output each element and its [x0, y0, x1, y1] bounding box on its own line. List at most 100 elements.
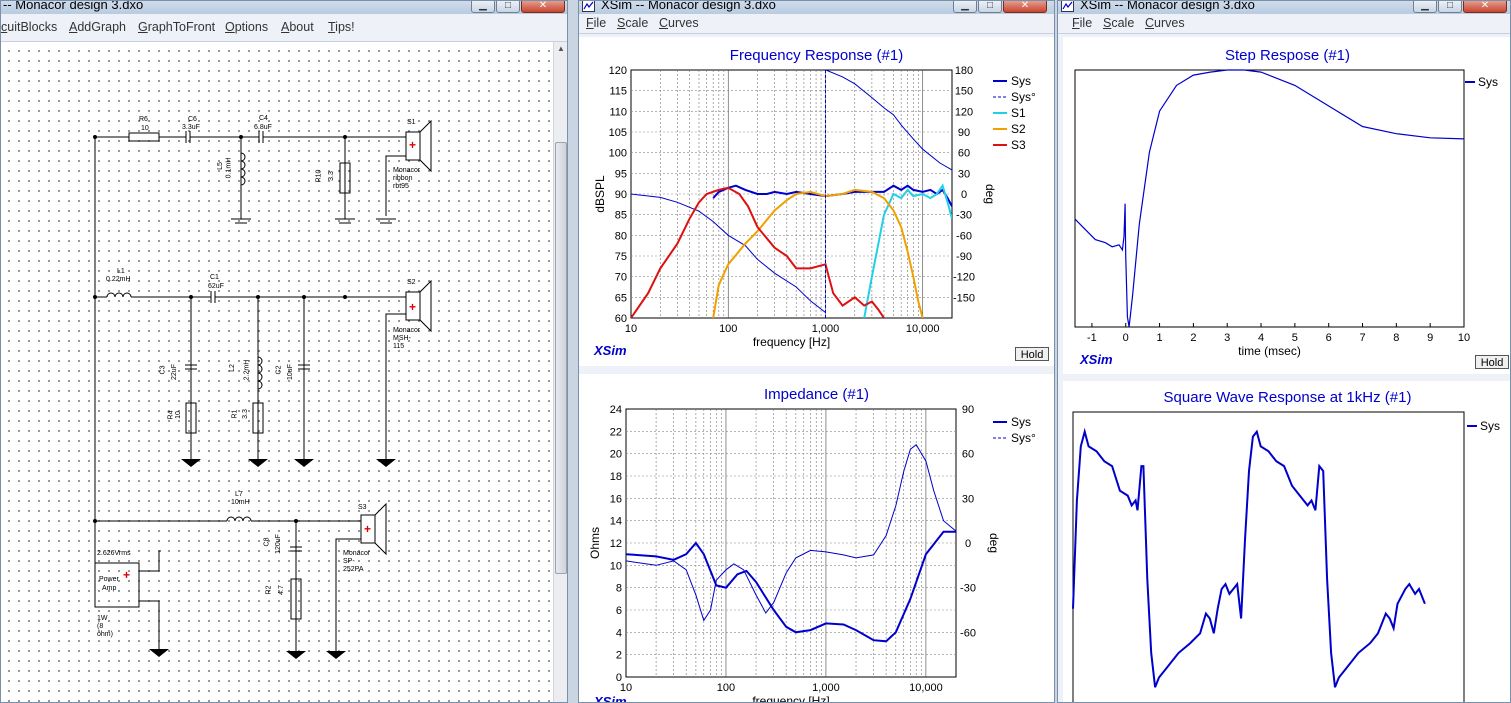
y2-tick-label: 90	[958, 127, 970, 139]
imp-chart-title: Impedance (#1)	[763, 386, 870, 403]
y-tick-label: 12	[610, 538, 622, 550]
y2-tick-label: 30	[958, 168, 970, 180]
x-tick-label: 100	[719, 323, 737, 335]
legend-label: S2	[1011, 122, 1026, 136]
svg-text:+: +	[123, 568, 130, 582]
menu-scale[interactable]: Scale	[617, 16, 648, 30]
y2-tick-label: -30	[956, 210, 972, 222]
legend-label: S1	[1011, 106, 1026, 120]
step-hold-button[interactable]: Hold	[1475, 355, 1509, 369]
label-c3-name: C3	[159, 365, 167, 375]
label-l1-value: 0.22mH	[106, 276, 131, 283]
menu-addgraph[interactable]: AddGraph	[69, 20, 126, 34]
x-tick-label: 1,000	[812, 682, 840, 694]
menu-about[interactable]: About	[281, 20, 314, 34]
y2-tick-label: -120	[953, 272, 975, 284]
y-tick-label: 24	[610, 405, 622, 416]
label-r1-value: 3.3	[241, 409, 249, 419]
freq-chart-title: Frequency Response (#1)	[729, 47, 904, 64]
menu-curves[interactable]: Curves	[659, 16, 699, 30]
label-r10-value: 3.3	[327, 171, 335, 181]
x-tick-label: 10	[1458, 332, 1470, 344]
step-maximize-button[interactable]: □	[1438, 1, 1462, 13]
y-tick-label: 4	[616, 627, 622, 639]
y2-tick-label: 180	[955, 65, 973, 77]
freq-hold-button[interactable]: Hold	[1015, 347, 1049, 361]
legend-label: S3	[1011, 138, 1026, 152]
legend-label: Sys	[1011, 415, 1031, 429]
freq-menubar: File Scale Curves	[579, 14, 1054, 34]
x-axis-label: time (msec)	[1238, 344, 1301, 358]
label-amp-rms: 2.626Vrms	[97, 550, 131, 557]
y-tick-label: 100	[609, 148, 627, 160]
menu-tips[interactable]: Tips!	[328, 20, 355, 34]
schematic-titlebar: -- Monacor design 3.dxo ▁ □ ✕	[1, 1, 567, 14]
schematic-canvas[interactable]: + + + + R6 10 C6 3.3uF C4 6.8uF L5 0.1mH R1…	[1, 42, 564, 702]
step-minimize-button[interactable]: ▁	[1413, 1, 1437, 13]
x-tick-label: 5	[1292, 332, 1298, 344]
y2-tick-label: -30	[960, 583, 976, 595]
label-r4-value: 10	[174, 411, 182, 419]
y2-tick-label: 60	[958, 148, 970, 160]
label-c8-value: 120uF	[274, 534, 282, 554]
freq-titlebar: XSim -- Monacor design 3.dxo ▁ □ ✕	[579, 1, 1054, 14]
xsim-app-icon	[1061, 1, 1074, 12]
step-titlebar: XSim -- Monacor design 3.dxo ▁ □ ✕	[1058, 1, 1510, 14]
y2-tick-label: 0	[965, 538, 971, 550]
menu-file[interactable]: File	[1072, 16, 1092, 30]
label-amp-1: Power	[99, 576, 119, 583]
label-c2-name: C2	[275, 365, 283, 375]
y-tick-label: 115	[609, 86, 627, 98]
maximize-button[interactable]: □	[496, 1, 520, 13]
label-c6-name: C6	[188, 116, 197, 123]
freq-window-title: XSim -- Monacor design 3.dxo	[601, 1, 776, 12]
y-tick-label: 14	[610, 516, 622, 528]
x-tick-label: 0	[1123, 332, 1129, 344]
menu-options[interactable]: Options	[225, 20, 268, 34]
menu-curves[interactable]: Curves	[1145, 16, 1185, 30]
x-tick-label: 6	[1326, 332, 1332, 344]
step-chart: -1 0 1 2 3 4 5 6 7 8 9 10 time (msec) Sys	[1074, 69, 1498, 358]
freq-maximize-button[interactable]: □	[978, 1, 1002, 13]
close-button[interactable]: ✕	[521, 1, 565, 13]
minimize-button[interactable]: ▁	[471, 1, 495, 13]
y-tick-label: 120	[609, 65, 627, 77]
y-tick-label: 16	[610, 493, 622, 505]
x-tick-label: 10,000	[909, 682, 943, 694]
step-close-button[interactable]: ✕	[1463, 1, 1507, 13]
label-s2-name: S2	[407, 279, 416, 286]
x-tick-label: 10	[625, 323, 637, 335]
freq-xsim-logo: XSim	[594, 343, 627, 358]
legend-label: Sys°	[1011, 90, 1036, 104]
scroll-up-icon[interactable]: ▲	[557, 44, 565, 53]
legend-label: Sys	[1480, 419, 1500, 433]
menu-scale[interactable]: Scale	[1103, 16, 1134, 30]
label-l1-name: L1	[117, 268, 125, 275]
menu-circuitblocks[interactable]: cuitBlocks	[1, 20, 57, 34]
freq-close-button[interactable]: ✕	[1003, 1, 1047, 13]
y-tick-label: 95	[615, 168, 627, 180]
freq-minimize-button[interactable]: ▁	[953, 1, 977, 13]
xsim-freq-window: XSim -- Monacor design 3.dxo ▁ □ ✕ File …	[578, 0, 1055, 703]
label-amp-2: Amp	[102, 585, 117, 592]
label-s3-name: S3	[358, 504, 367, 511]
x-tick-label: -1	[1087, 332, 1097, 344]
label-c1-value: 62uF	[208, 283, 224, 290]
x-axis-label: frequency [Hz]	[753, 335, 830, 349]
scroll-thumb[interactable]	[555, 142, 567, 574]
menu-file[interactable]: File	[586, 16, 606, 30]
schematic-window: -- Monacor design 3.dxo ▁ □ ✕ cuitBlocks…	[0, 0, 568, 703]
y2-tick-label: 30	[962, 493, 974, 505]
label-c4-name: C4	[259, 115, 268, 122]
label-c6-value: 3.3uF	[182, 124, 200, 131]
xsim-step-window: XSim -- Monacor design 3.dxo ▁ □ ✕ File …	[1057, 0, 1511, 703]
x-tick-label: 8	[1393, 332, 1399, 344]
label-r6-name: R6	[139, 116, 148, 123]
y-tick-label: 65	[615, 292, 627, 304]
menu-graphtofront[interactable]: GraphToFront	[138, 20, 215, 34]
label-c4-value: 6.8uF	[254, 124, 272, 131]
schematic-vertical-scrollbar[interactable]: ▲	[553, 42, 567, 702]
y-tick-label: 75	[615, 251, 627, 263]
x-tick-label: 100	[717, 682, 735, 694]
y-tick-label: 90	[615, 189, 627, 201]
